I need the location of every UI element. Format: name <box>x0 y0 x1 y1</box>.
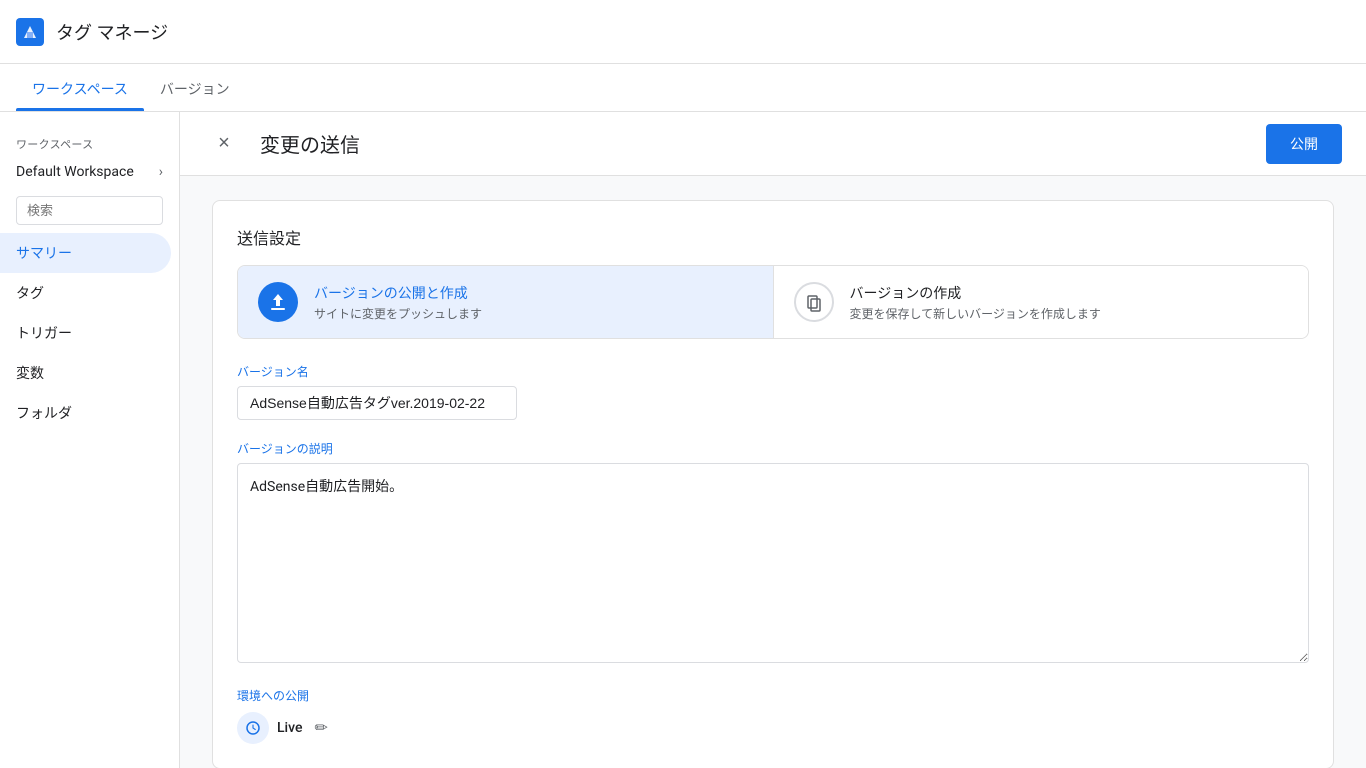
sidebar-item-folders[interactable]: フォルダ <box>0 393 171 433</box>
env-edit-button[interactable]: ✏ <box>310 714 331 742</box>
refresh-icon <box>244 719 262 737</box>
publish-button[interactable]: 公開 <box>1266 124 1342 164</box>
app-title: タグ マネージ <box>56 19 168 45</box>
sidebar: ワークスペース Default Workspace › サマリー タグ トリガー… <box>0 112 180 768</box>
version-desc-textarea[interactable]: AdSense自動広告開始。 <box>237 463 1309 663</box>
create-version-icon <box>794 282 834 322</box>
copy-icon <box>804 292 824 312</box>
upload-icon <box>268 292 288 312</box>
version-desc-label: バージョンの説明 <box>237 440 1309 457</box>
nav-tabs: ワークスペース バージョン <box>0 64 1366 112</box>
modal-overlay: × 変更の送信 公開 送信設定 <box>180 112 1366 768</box>
sidebar-section-label: ワークスペース <box>0 128 179 156</box>
version-name-label: バージョン名 <box>237 363 1309 380</box>
create-version-option[interactable]: バージョンの作成 変更を保存して新しいバージョンを作成します <box>774 266 1309 338</box>
close-icon: × <box>218 132 230 155</box>
sidebar-item-tags[interactable]: タグ <box>0 273 171 313</box>
submit-options-container: バージョンの公開と作成 サイトに変更をプッシュします <box>237 265 1309 339</box>
workspace-item-label: Default Workspace <box>16 164 134 180</box>
sidebar-item-summary[interactable]: サマリー <box>0 233 171 273</box>
publish-and-create-option[interactable]: バージョンの公開と作成 サイトに変更をプッシュします <box>238 266 774 338</box>
modal-title: 変更の送信 <box>260 129 1266 158</box>
sidebar-workspace-item[interactable]: Default Workspace › <box>0 156 179 188</box>
env-item: Live ✏ <box>237 712 1309 744</box>
env-icon <box>237 712 269 744</box>
modal-body: 送信設定 <box>180 176 1366 768</box>
publish-option-icon <box>258 282 298 322</box>
publish-option-title: バージョンの公開と作成 <box>314 283 482 303</box>
tab-version[interactable]: バージョン <box>144 79 246 111</box>
chevron-right-icon: › <box>159 164 163 180</box>
submission-settings-title: 送信設定 <box>237 225 1309 249</box>
create-version-title: バージョンの作成 <box>850 283 1101 303</box>
publish-option-desc: サイトに変更をプッシュします <box>314 305 482 322</box>
version-name-input[interactable] <box>237 386 517 420</box>
create-version-text: バージョンの作成 変更を保存して新しいバージョンを作成します <box>850 283 1101 322</box>
search-input[interactable] <box>16 196 163 225</box>
modal-dialog: × 変更の送信 公開 送信設定 <box>180 112 1366 768</box>
tab-workspace[interactable]: ワークスペース <box>16 79 144 111</box>
sidebar-item-triggers[interactable]: トリガー <box>0 313 171 353</box>
publish-option-text: バージョンの公開と作成 サイトに変更をプッシュします <box>314 283 482 322</box>
env-name: Live <box>277 720 302 736</box>
create-version-desc: 変更を保存して新しいバージョンを作成します <box>850 305 1101 322</box>
main-layout: ワークスペース Default Workspace › サマリー タグ トリガー… <box>0 112 1366 768</box>
submission-settings-card: 送信設定 <box>212 200 1334 768</box>
pencil-icon: ✏ <box>314 720 327 737</box>
content-area: × 変更の送信 公開 送信設定 <box>180 112 1366 768</box>
modal-close-button[interactable]: × <box>204 124 244 164</box>
top-bar: タグ マネージ <box>0 0 1366 64</box>
modal-header: × 変更の送信 公開 <box>180 112 1366 176</box>
gtm-logo-icon <box>16 18 44 46</box>
sidebar-item-variables[interactable]: 変数 <box>0 353 171 393</box>
env-label: 環境への公開 <box>237 687 1309 704</box>
